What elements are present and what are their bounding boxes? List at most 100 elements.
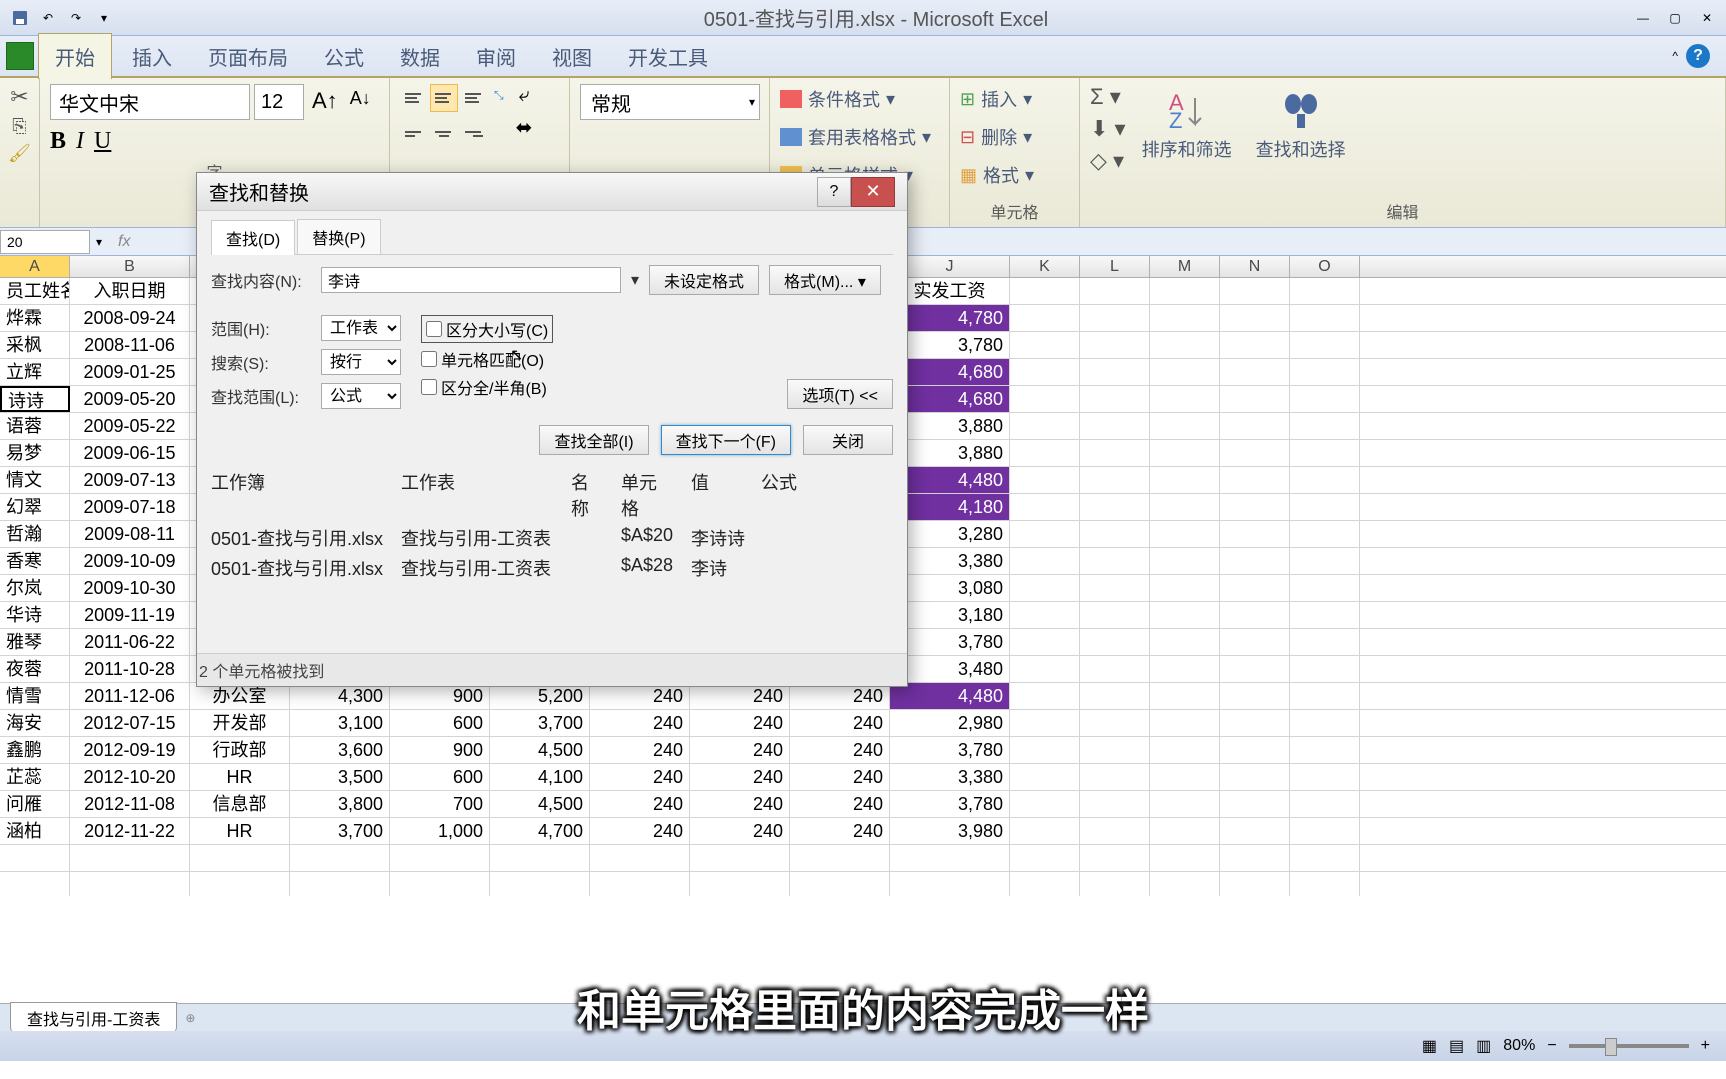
table-row[interactable]: 涵柏2012-11-22HR3,7001,0004,7002402402403,… — [0, 818, 1726, 845]
cell[interactable]: 芷蕊 — [0, 764, 70, 790]
cell[interactable]: 2009-01-25 — [70, 359, 190, 385]
cell[interactable] — [1220, 764, 1290, 790]
cell[interactable] — [1150, 359, 1220, 385]
underline-button[interactable]: U — [94, 128, 111, 155]
cell[interactable]: 2009-10-09 — [70, 548, 190, 574]
redo-icon[interactable]: ↷ — [64, 6, 88, 30]
cell[interactable]: 2009-08-11 — [70, 521, 190, 547]
cell[interactable]: 3,500 — [290, 764, 390, 790]
cell[interactable]: 240 — [790, 818, 890, 844]
cell[interactable] — [1220, 791, 1290, 817]
zoom-out-icon[interactable]: − — [1547, 1037, 1556, 1055]
cell[interactable] — [1150, 494, 1220, 520]
cell[interactable] — [1010, 440, 1080, 466]
cell[interactable]: 行政部 — [190, 737, 290, 763]
delete-cells-button[interactable]: ⊟删除 ▾ — [960, 122, 1032, 152]
match-case-checkbox[interactable]: 区分大小写(C) — [421, 315, 553, 343]
cell[interactable] — [1010, 305, 1080, 331]
tab-find[interactable]: 查找(D) — [211, 220, 295, 255]
zoom-value[interactable]: 80% — [1503, 1037, 1535, 1055]
wrap-text-icon[interactable]: ⤶ — [518, 84, 529, 107]
cell[interactable] — [1080, 737, 1150, 763]
cell[interactable] — [1220, 710, 1290, 736]
cell[interactable]: 2009-05-22 — [70, 413, 190, 439]
orientation-icon[interactable]: ⤡ — [490, 84, 508, 112]
cell[interactable]: 2012-11-22 — [70, 818, 190, 844]
cell[interactable] — [1080, 710, 1150, 736]
cell[interactable]: 3,080 — [890, 575, 1010, 601]
cell[interactable]: 700 — [390, 791, 490, 817]
cell[interactable]: HR — [190, 818, 290, 844]
cell[interactable]: 240 — [590, 737, 690, 763]
cell[interactable]: 4,680 — [890, 359, 1010, 385]
cell[interactable] — [1220, 467, 1290, 493]
table-row[interactable]: 鑫鹏2012-09-19行政部3,6009004,5002402402403,7… — [0, 737, 1726, 764]
cell[interactable] — [1290, 332, 1360, 358]
cell[interactable]: 2009-07-13 — [70, 467, 190, 493]
cell[interactable]: 240 — [690, 710, 790, 736]
format-cells-button[interactable]: ▦格式 ▾ — [960, 160, 1034, 190]
tab-home[interactable]: 开始 — [38, 33, 112, 79]
cell[interactable] — [1220, 548, 1290, 574]
bold-button[interactable]: B — [50, 128, 66, 155]
cell[interactable]: 2009-05-20 — [70, 386, 190, 412]
cell[interactable]: 信息部 — [190, 791, 290, 817]
tab-data[interactable]: 数据 — [384, 34, 456, 79]
save-icon[interactable] — [8, 6, 32, 30]
cell[interactable]: 4,780 — [890, 305, 1010, 331]
cell[interactable] — [1220, 494, 1290, 520]
result-row[interactable]: 0501-查找与引用.xlsx 查找与引用-工资表 $A$28 李诗 — [211, 553, 893, 583]
cell[interactable] — [1220, 305, 1290, 331]
cell[interactable]: 3,380 — [890, 764, 1010, 790]
col-header-l[interactable]: L — [1080, 256, 1150, 277]
cell[interactable] — [1150, 521, 1220, 547]
close-button[interactable]: 关闭 — [803, 425, 893, 455]
cell[interactable] — [1080, 575, 1150, 601]
cell[interactable]: 3,880 — [890, 413, 1010, 439]
cell[interactable] — [1080, 467, 1150, 493]
cell[interactable] — [1290, 764, 1360, 790]
align-top-icon[interactable] — [400, 84, 428, 112]
col-header-n[interactable]: N — [1220, 256, 1290, 277]
minimize-icon[interactable]: — — [1628, 7, 1658, 29]
copy-icon[interactable]: ⎘ — [12, 116, 26, 137]
qat-dropdown-icon[interactable]: ▾ — [92, 6, 116, 30]
cell[interactable] — [1290, 710, 1360, 736]
tab-replace[interactable]: 替换(P) — [297, 219, 380, 254]
find-select-button[interactable]: 查找和选择 — [1248, 84, 1354, 166]
font-size-input[interactable]: 12 — [254, 84, 304, 120]
cell[interactable]: 华诗 — [0, 602, 70, 628]
cell[interactable] — [1150, 332, 1220, 358]
cell[interactable] — [1010, 332, 1080, 358]
cell[interactable] — [1290, 629, 1360, 655]
cell[interactable] — [1010, 521, 1080, 547]
cell[interactable]: 240 — [790, 737, 890, 763]
find-dropdown-icon[interactable]: ▾ — [631, 270, 639, 290]
search-direction-select[interactable]: 按行 — [321, 349, 401, 375]
align-center-icon[interactable] — [430, 120, 458, 148]
cell[interactable] — [1290, 440, 1360, 466]
cell[interactable]: 4,700 — [490, 818, 590, 844]
minimize-ribbon-icon[interactable]: ^ — [1672, 49, 1678, 63]
cell[interactable]: 240 — [790, 791, 890, 817]
cell[interactable] — [1220, 737, 1290, 763]
format-button[interactable]: 格式(M)... ▾ — [769, 265, 881, 295]
cell[interactable]: 3,780 — [890, 332, 1010, 358]
cell[interactable]: 240 — [590, 791, 690, 817]
cell[interactable]: 3,100 — [290, 710, 390, 736]
clear-icon[interactable]: ◇ ▾ — [1090, 148, 1126, 174]
cell[interactable] — [1080, 440, 1150, 466]
cell[interactable]: 立辉 — [0, 359, 70, 385]
table-row[interactable]: 海安2012-07-15开发部3,1006003,7002402402402,9… — [0, 710, 1726, 737]
cell[interactable] — [1010, 737, 1080, 763]
cell[interactable] — [1220, 818, 1290, 844]
cell[interactable]: 4,480 — [890, 467, 1010, 493]
align-bottom-icon[interactable] — [460, 84, 488, 112]
dialog-help-icon[interactable]: ? — [817, 177, 851, 207]
zoom-slider[interactable] — [1569, 1044, 1689, 1048]
cell[interactable] — [1080, 764, 1150, 790]
merge-icon[interactable]: ⬌ — [516, 115, 533, 140]
cell[interactable]: 涵柏 — [0, 818, 70, 844]
table-row[interactable]: 情雪2011-12-06办公室4,3009005,2002402402404,4… — [0, 683, 1726, 710]
cell[interactable] — [1220, 332, 1290, 358]
